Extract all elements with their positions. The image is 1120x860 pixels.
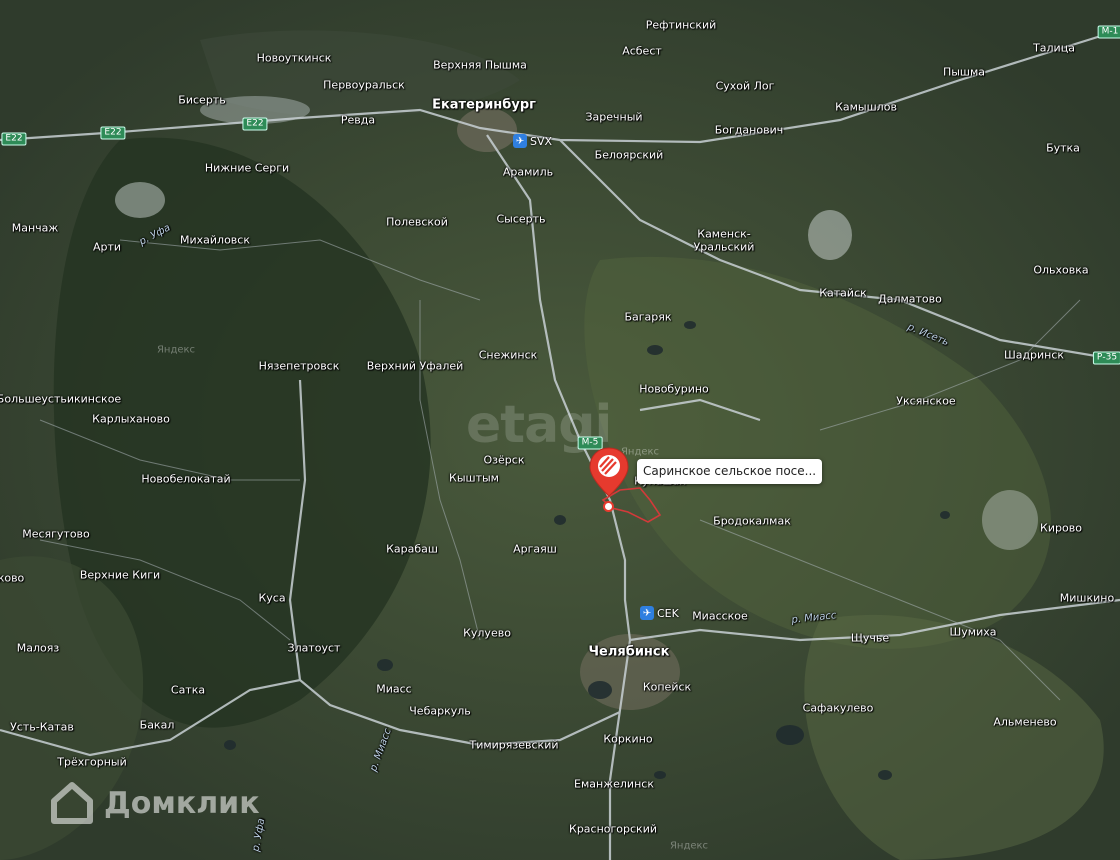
city-label[interactable]: Багаряк — [624, 311, 671, 324]
city-label[interactable]: Усть-Катав — [10, 721, 74, 734]
city-label[interactable]: Альменево — [993, 716, 1056, 729]
city-label[interactable]: Коркино — [603, 733, 652, 746]
city-label[interactable]: Новобурино — [639, 383, 709, 396]
airport-marker[interactable]: ✈ CEK — [640, 606, 679, 620]
airplane-icon: ✈ — [513, 134, 527, 148]
road-shield: E22 — [1, 132, 27, 146]
city-label[interactable]: Снежинск — [479, 349, 538, 362]
city-label[interactable]: Кулуево — [463, 627, 511, 640]
city-label[interactable]: Куса — [258, 592, 285, 605]
city-label[interactable]: Миасс — [376, 683, 411, 696]
city-label[interactable]: Бродокалмак — [713, 515, 791, 528]
city-label[interactable]: Сафакулево — [803, 702, 874, 715]
city-label[interactable]: Далматово — [878, 293, 942, 306]
city-label[interactable]: Заречный — [585, 111, 642, 124]
city-label[interactable]: Белоярский — [595, 149, 664, 162]
city-label[interactable]: Бутка — [1046, 142, 1080, 155]
road-shield: E22 — [100, 126, 126, 140]
city-label[interactable]: Нязепетровск — [259, 360, 340, 373]
city-label[interactable]: Кыштым — [449, 472, 499, 485]
city-label[interactable]: Уксянское — [896, 395, 955, 408]
city-label[interactable]: Катайск — [819, 287, 867, 300]
city-label[interactable]: Трёхгорный — [57, 756, 127, 769]
city-label[interactable]: Бакал — [140, 719, 175, 732]
city-label[interactable]: Чебаркуль — [409, 705, 470, 718]
yandex-watermark: Яндекс — [669, 840, 709, 852]
city-label[interactable]: Тимирязевский — [469, 739, 558, 752]
city-label[interactable]: Златоуст — [288, 642, 341, 655]
city-label[interactable]: Пышма — [943, 66, 985, 79]
city-label[interactable]: Карабаш — [386, 543, 438, 556]
city-label[interactable]: Копейск — [643, 681, 691, 694]
house-icon — [51, 782, 93, 824]
city-label[interactable]: Большеустьикинское — [0, 393, 121, 406]
place-callout[interactable]: Саринское сельское посе... — [637, 459, 823, 484]
airplane-icon: ✈ — [640, 606, 654, 620]
city-label[interactable]: Полевской — [386, 216, 448, 229]
location-pin-icon[interactable] — [586, 446, 632, 498]
city-label[interactable]: Шумиха — [950, 626, 997, 639]
city-label[interactable]: ково — [0, 572, 24, 585]
city-label[interactable]: Ревда — [341, 114, 375, 127]
city-label[interactable]: Арамиль — [503, 166, 553, 179]
provider-name: Домклик — [104, 785, 260, 821]
city-label[interactable]: Верхние Киги — [80, 569, 160, 582]
city-label[interactable]: Бисерть — [178, 94, 225, 107]
city-label[interactable]: Асбест — [622, 45, 662, 58]
city-label[interactable]: Екатеринбург — [432, 99, 536, 112]
location-dot — [603, 501, 614, 512]
city-label[interactable]: Первоуральск — [323, 79, 405, 92]
city-label[interactable]: Челябинск — [589, 646, 670, 659]
city-label[interactable]: Арти — [93, 241, 121, 254]
city-label[interactable]: Камышлов — [835, 101, 897, 114]
city-label[interactable]: Верхняя Пышма — [433, 59, 527, 72]
road-shield: E22 — [242, 117, 268, 131]
city-label[interactable]: Уральский — [694, 241, 755, 254]
city-label[interactable]: Сатка — [171, 684, 205, 697]
city-label[interactable]: Каменск- — [697, 228, 750, 241]
road-shield: Р-35 — [1092, 351, 1120, 365]
city-label[interactable]: Ольховка — [1033, 264, 1088, 277]
airport-code: SVX — [530, 134, 553, 148]
city-label[interactable]: Новобелокатай — [141, 473, 230, 486]
airport-code: CEK — [657, 606, 679, 620]
city-label[interactable]: Мишкино — [1060, 592, 1114, 605]
city-label[interactable]: Месягутово — [22, 528, 90, 541]
city-label[interactable]: Манчаж — [12, 222, 59, 235]
domclick-logo: Домклик — [48, 779, 260, 827]
city-label[interactable]: Щучье — [851, 632, 889, 645]
city-label[interactable]: Талица — [1033, 42, 1075, 55]
city-label[interactable]: Шадринск — [1004, 349, 1064, 362]
city-label[interactable]: Новоуткинск — [257, 52, 332, 65]
city-label[interactable]: Сухой Лог — [716, 80, 775, 93]
city-label[interactable]: Кирово — [1040, 522, 1082, 535]
city-label[interactable]: Аргаяш — [513, 543, 557, 556]
road-shield: М-1 — [1097, 25, 1120, 39]
city-label[interactable]: Миасское — [692, 610, 748, 623]
city-label[interactable]: Карлыханово — [92, 413, 170, 426]
yandex-watermark: Яндекс — [156, 344, 196, 356]
airport-marker[interactable]: ✈ SVX — [513, 134, 552, 148]
city-label[interactable]: Михайловск — [180, 234, 250, 247]
city-label[interactable]: Рефтинский — [646, 19, 717, 32]
city-label[interactable]: Нижние Серги — [205, 162, 289, 175]
city-label[interactable]: Озёрск — [484, 454, 525, 467]
city-label[interactable]: Богданович — [715, 124, 783, 137]
city-label[interactable]: Сысерть — [496, 213, 545, 226]
city-label[interactable]: Верхний Уфалей — [367, 360, 464, 373]
city-label[interactable]: Красногорский — [569, 823, 657, 836]
city-label[interactable]: Еманжелинск — [574, 778, 654, 791]
city-label[interactable]: Малояз — [17, 642, 59, 655]
